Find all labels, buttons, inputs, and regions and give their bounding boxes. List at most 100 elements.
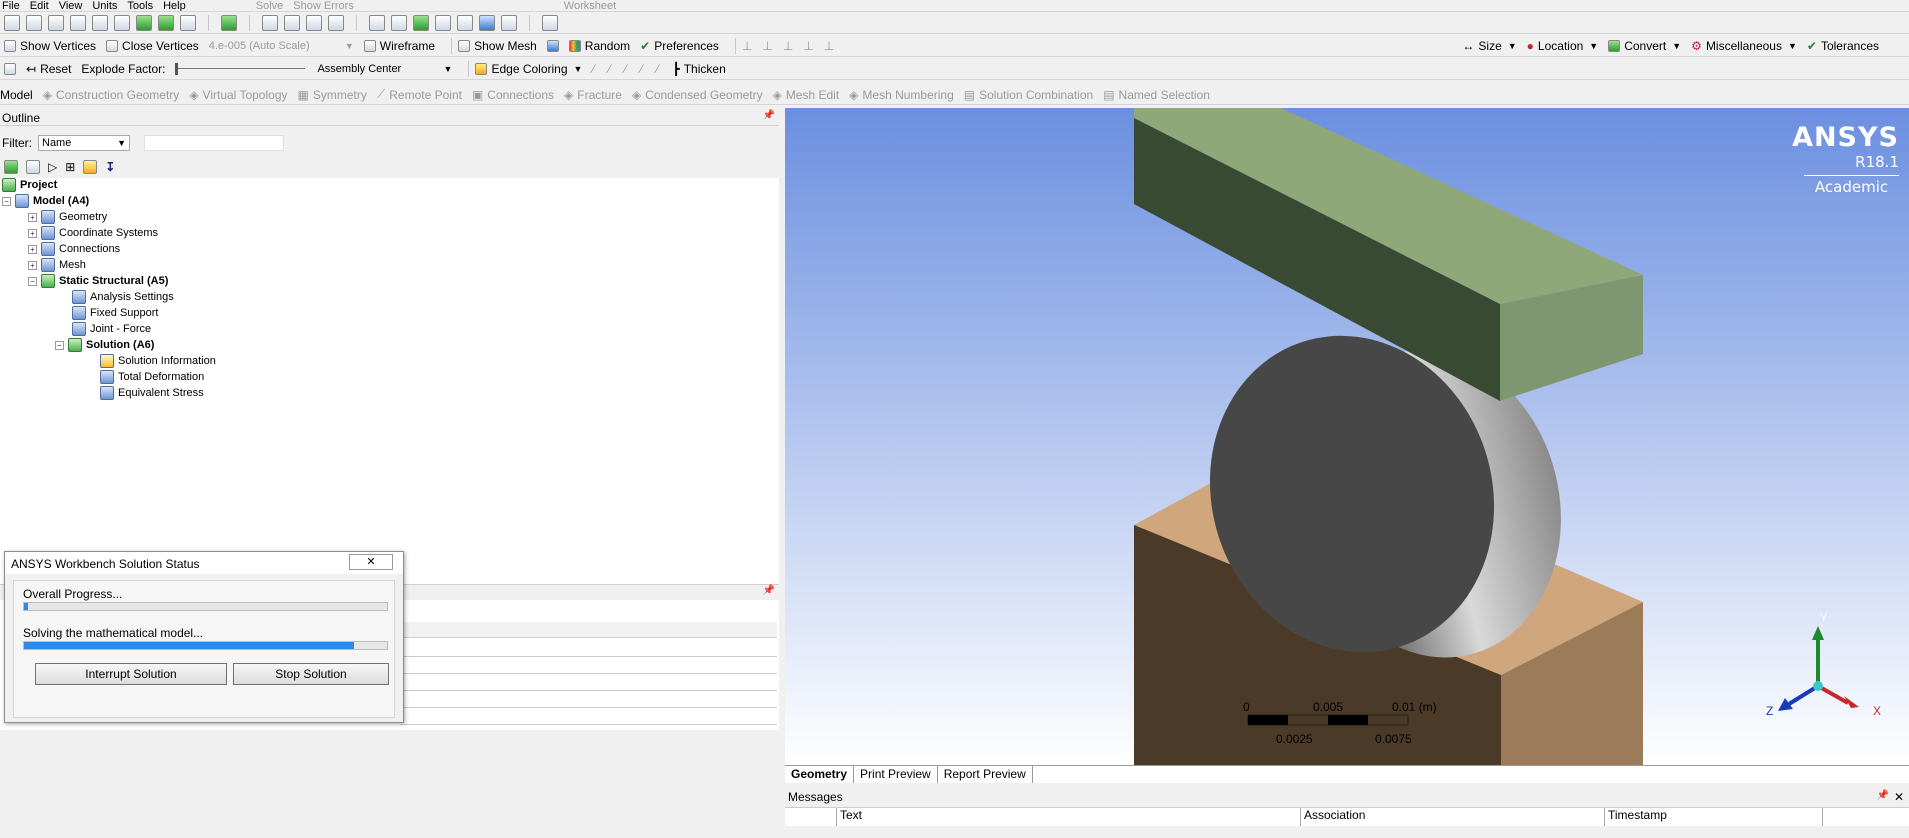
cursor-mode-icon[interactable] [70,14,86,31]
menu-file[interactable]: File [2,0,20,11]
menu-units[interactable]: Units [92,0,117,11]
triad-button[interactable] [546,39,559,52]
tab-report-preview[interactable]: Report Preview [938,766,1033,783]
wireframe-button[interactable]: Wireframe [363,39,435,53]
filter-search-input[interactable] [144,135,284,151]
window-layout-icon[interactable] [542,14,558,31]
solve-button[interactable]: Solve [256,0,284,11]
preferences-button[interactable]: ✔ Preferences [640,39,719,53]
tree-search-icon[interactable] [26,159,40,174]
mesh-edit-button[interactable]: ◈ Mesh Edit [773,88,840,102]
dialog-titlebar[interactable]: ANSYS Workbench Solution Status ✕ [5,552,403,574]
pin-icon[interactable]: 📌 [763,110,775,121]
view-cube-icon[interactable] [221,14,237,31]
menu-view[interactable]: View [59,0,83,11]
named-selection-button[interactable]: ▤ Named Selection [1103,88,1210,102]
pan-icon[interactable] [284,14,300,31]
extend-selection-icon[interactable] [158,14,174,31]
select-all-icon[interactable] [136,14,152,31]
zoom-out-icon[interactable] [435,14,451,31]
tab-print-preview[interactable]: Print Preview [854,766,938,783]
tree-node-joint-force[interactable]: Joint - Force [72,322,151,336]
connections-button[interactable]: ▣ Connections [472,88,554,102]
expand-icon[interactable]: + [28,260,37,270]
sort-icon[interactable]: ↧ [105,160,115,174]
show-errors-button[interactable]: Show Errors [293,0,354,11]
tree-node-coordinate-systems[interactable]: + Coordinate Systems [28,226,158,240]
condensed-geometry-button[interactable]: ◈ Condensed Geometry [632,88,763,102]
select-mode-icon[interactable] [4,14,20,31]
worksheet-button[interactable]: Worksheet [564,0,616,11]
close-icon[interactable]: ✕ [1894,790,1904,804]
tree-node-model[interactable]: − Model (A4) [2,194,89,208]
collapse-icon[interactable]: − [28,276,37,286]
fracture-button[interactable]: ◈ Fracture [564,88,622,102]
body-select-icon[interactable] [114,14,130,31]
print-icon[interactable] [501,14,517,31]
pin-icon[interactable]: 📌 [1877,790,1889,801]
iso-view-icon[interactable] [457,14,473,31]
expand-all-icon[interactable]: ⊞ [65,160,75,174]
collapse-icon[interactable]: − [55,340,64,350]
assembly-center-dropdown[interactable]: Assembly Center ▼ [317,63,452,75]
thicken-button[interactable]: ┣ Thicken [672,62,725,76]
stop-solution-button[interactable]: Stop Solution [233,663,389,685]
show-mesh-button[interactable]: Show Mesh [458,39,537,53]
expand-icon[interactable]: + [28,212,37,222]
explode-factor-slider[interactable] [175,62,306,75]
face-select-icon[interactable] [92,14,108,31]
rotate-icon[interactable] [262,14,278,31]
tree-node-analysis-settings[interactable]: Analysis Settings [72,290,174,304]
slider-handle[interactable] [175,62,179,75]
column-header-association[interactable]: Association [1301,808,1605,826]
geometry-viewport[interactable]: ANSYS R18.1 Academic 0 0.005 0.01 (m) 0.… [785,108,1909,765]
refresh-tree-icon[interactable] [4,159,18,174]
location-dropdown[interactable]: ● Location ▼ [1527,39,1599,53]
column-header-timestamp[interactable]: Timestamp [1605,808,1823,826]
miscellaneous-dropdown[interactable]: ⚙ Miscellaneous ▼ [1691,39,1797,53]
tree-node-equivalent-stress[interactable]: Equivalent Stress [100,386,204,400]
menu-edit[interactable]: Edit [30,0,49,11]
zoom-green-icon[interactable] [413,14,429,31]
zoom-icon[interactable] [306,14,322,31]
reset-button[interactable]: ↤ Reset [26,62,71,76]
tree-node-project[interactable]: Project [2,178,57,192]
magnifier-icon[interactable] [391,14,407,31]
mesh-numbering-button[interactable]: ◈ Mesh Numbering [849,88,954,102]
random-colors-button[interactable]: Random [568,39,630,53]
vertex-select-icon[interactable] [26,14,42,31]
go-to-icon[interactable]: ▷ [48,160,57,174]
tree-node-solution[interactable]: − Solution (A6) [55,338,154,352]
pin-icon[interactable]: 📌 [763,585,775,596]
tab-geometry[interactable]: Geometry [785,766,855,783]
edge-style-icons[interactable]: ⁄⁄⁄⁄⁄ [592,62,672,76]
expand-icon[interactable]: + [28,244,37,254]
scale-dropdown[interactable]: 4.e-005 (Auto Scale) ▼ [209,40,354,52]
tree-node-connections[interactable]: + Connections [28,242,120,256]
interrupt-solution-button[interactable]: Interrupt Solution [35,663,227,685]
edge-coloring-dropdown[interactable]: Edge Coloring ▼ [475,62,582,76]
measure-tools-icon[interactable]: ⊥⊥⊥⊥⊥ [742,39,844,53]
column-header-text[interactable]: Text [837,808,1301,826]
tree-node-mesh[interactable]: + Mesh [28,258,86,272]
edge-select-icon[interactable] [48,14,64,31]
tolerances-button[interactable]: ✔ Tolerances [1807,39,1879,53]
zoom-to-fit-icon[interactable] [369,14,385,31]
show-vertices-button[interactable]: Show Vertices [4,39,96,53]
box-zoom-icon[interactable] [328,14,344,31]
menu-help[interactable]: Help [163,0,186,11]
tree-node-geometry[interactable]: + Geometry [28,210,107,224]
symmetry-button[interactable]: ▦ Symmetry [298,88,367,102]
remote-point-button[interactable]: ⟋ Remote Point [377,87,462,102]
construction-geometry-button[interactable]: ◈ Construction Geometry [43,88,180,102]
view-options-icon[interactable] [479,14,495,31]
tree-node-total-deformation[interactable]: Total Deformation [100,370,204,384]
convert-dropdown[interactable]: Convert ▼ [1608,39,1681,53]
select-mesh-icon[interactable] [180,14,196,31]
tree-node-static-structural[interactable]: − Static Structural (A5) [28,274,168,288]
solution-combination-button[interactable]: ▤ Solution Combination [964,88,1093,102]
tree-node-solution-information[interactable]: Solution Information [100,354,216,368]
explode-icon-button[interactable] [4,62,16,75]
size-dropdown[interactable]: ↔ Size ▼ [1462,39,1516,53]
virtual-topology-button[interactable]: ◈ Virtual Topology [189,88,287,102]
